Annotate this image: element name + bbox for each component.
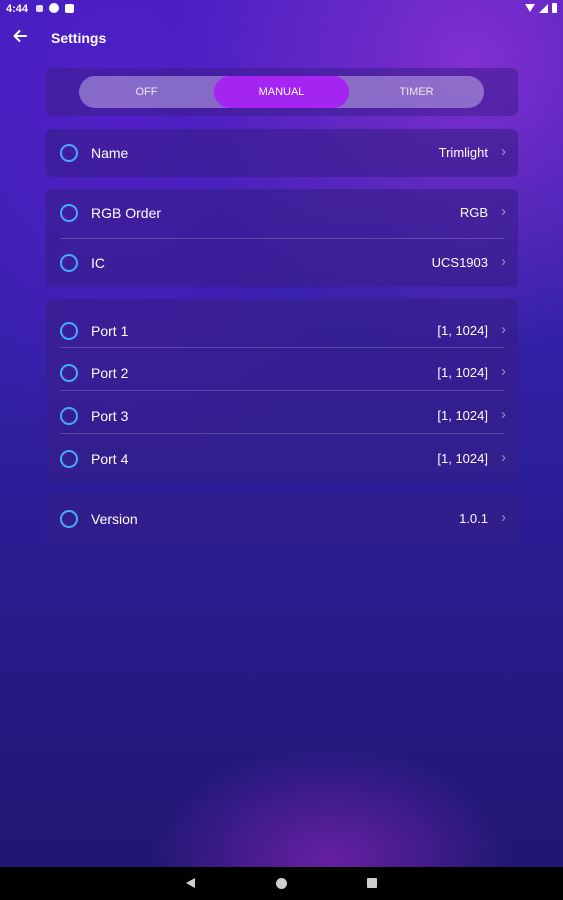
chevron-right-icon: › <box>501 449 506 466</box>
setting-value: 1.0.1 <box>459 511 488 526</box>
status-bar: 4:44 <box>0 0 563 20</box>
chevron-right-icon: › <box>501 253 506 270</box>
arrow-left-icon <box>13 30 27 42</box>
circle-ring-icon <box>60 450 78 468</box>
setting-value: [1, 1024] <box>437 451 488 466</box>
setting-label: Port 4 <box>91 451 129 467</box>
settings-group-ports: Port 1 [1, 1024] › Port 2 [1, 1024] › Po… <box>46 299 518 482</box>
back-button[interactable] <box>10 28 30 48</box>
circle-ring-icon <box>60 407 78 425</box>
chevron-right-icon: › <box>501 363 506 380</box>
parking-icon <box>49 3 59 13</box>
pinwheel-icon <box>36 4 43 12</box>
setting-row-port-1[interactable]: Port 1 [1, 1024] › <box>46 311 518 351</box>
chevron-right-icon: › <box>501 321 506 338</box>
circle-ring-icon <box>60 322 78 340</box>
status-icons-right <box>525 3 557 13</box>
setting-row-port-4[interactable]: Port 4 [1, 1024] › <box>46 439 518 479</box>
settings-group-led: RGB Order RGB › IC UCS1903 › <box>46 189 518 287</box>
system-nav-bar <box>0 867 563 900</box>
mode-manual-tab[interactable]: MANUAL <box>214 76 349 108</box>
mode-timer-tab[interactable]: TIMER <box>349 76 484 108</box>
circle-ring-icon <box>60 254 78 272</box>
sim-card-icon <box>65 3 74 13</box>
setting-row-rgb-order[interactable]: RGB Order RGB › <box>46 193 518 233</box>
nav-home-icon[interactable] <box>276 878 287 889</box>
mode-off-tab[interactable]: OFF <box>79 76 214 108</box>
divider <box>60 238 504 239</box>
app-bar: Settings <box>0 22 563 54</box>
setting-label: IC <box>91 255 105 271</box>
circle-ring-icon <box>60 364 78 382</box>
divider <box>60 433 504 434</box>
setting-value: UCS1903 <box>431 255 488 270</box>
setting-label: Version <box>91 511 138 527</box>
setting-row-name[interactable]: Name Trimlight › <box>46 133 518 173</box>
setting-row-ic[interactable]: IC UCS1903 › <box>46 243 518 283</box>
mode-segmented-control: OFF MANUAL TIMER <box>79 76 484 108</box>
chevron-right-icon: › <box>501 406 506 423</box>
setting-value: [1, 1024] <box>437 365 488 380</box>
setting-label: Port 3 <box>91 408 129 424</box>
setting-value: [1, 1024] <box>437 323 488 338</box>
page-title: Settings <box>51 30 107 46</box>
setting-row-port-3[interactable]: Port 3 [1, 1024] › <box>46 396 518 436</box>
setting-label: Port 1 <box>91 323 129 339</box>
nav-back-icon[interactable] <box>186 878 195 888</box>
divider <box>60 347 504 348</box>
signal-icon <box>539 3 548 13</box>
status-icons-left <box>36 3 74 13</box>
setting-value: Trimlight <box>438 145 488 160</box>
setting-value: [1, 1024] <box>437 408 488 423</box>
setting-row-port-2[interactable]: Port 2 [1, 1024] › <box>46 353 518 393</box>
setting-label: Port 2 <box>91 365 129 381</box>
settings-group-version: Version 1.0.1 › <box>46 495 518 543</box>
nav-recents-icon[interactable] <box>367 878 377 888</box>
circle-ring-icon <box>60 204 78 222</box>
divider <box>60 390 504 391</box>
mode-card: OFF MANUAL TIMER <box>46 68 518 116</box>
wifi-icon <box>525 4 535 12</box>
setting-label: Name <box>91 145 129 161</box>
circle-ring-icon <box>60 510 78 528</box>
chevron-right-icon: › <box>501 203 506 220</box>
setting-value: RGB <box>459 205 488 220</box>
settings-group-name: Name Trimlight › <box>46 129 518 177</box>
chevron-right-icon: › <box>501 143 506 160</box>
setting-row-version[interactable]: Version 1.0.1 › <box>46 499 518 539</box>
chevron-right-icon: › <box>501 509 506 526</box>
circle-ring-icon <box>60 144 78 162</box>
status-time: 4:44 <box>6 3 29 15</box>
setting-label: RGB Order <box>91 205 162 221</box>
battery-icon <box>552 3 557 13</box>
